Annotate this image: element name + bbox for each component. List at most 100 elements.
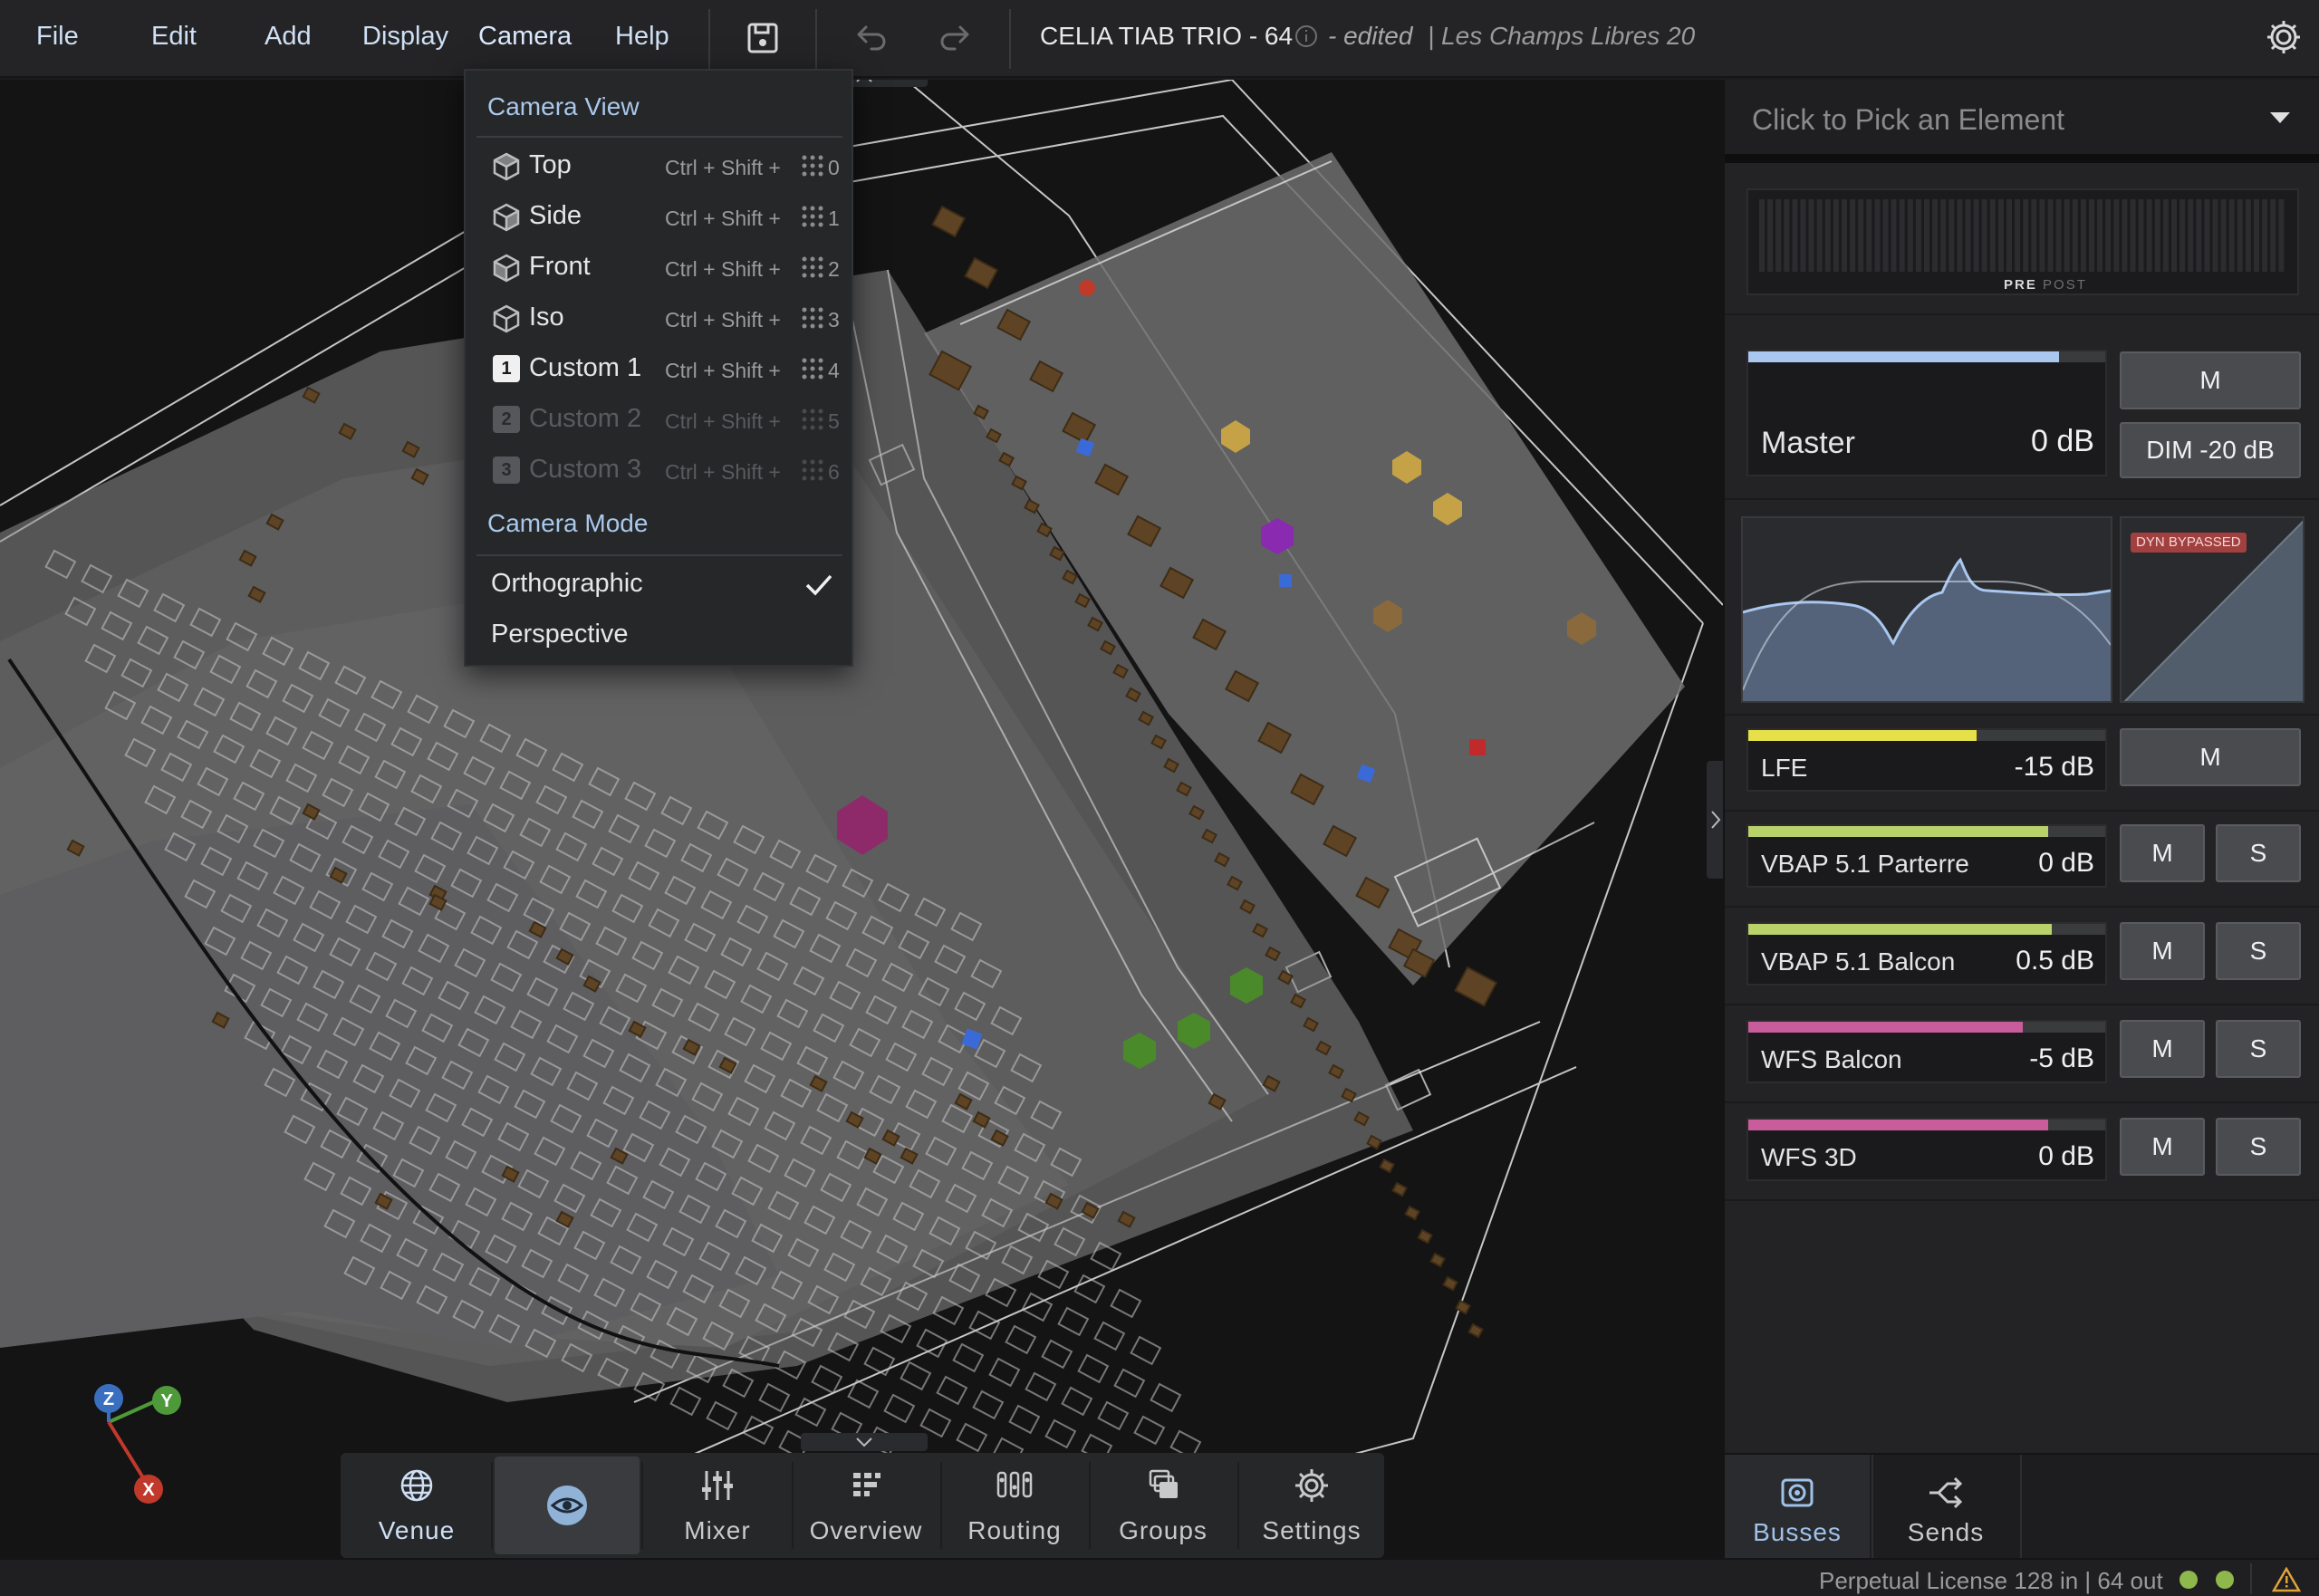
dynamics-display[interactable]: DYN BYPASSED: [2120, 516, 2305, 703]
speaker-object[interactable]: [1429, 1252, 1446, 1268]
menu-file[interactable]: File: [36, 16, 79, 56]
bus-fader[interactable]: WFS Balcon -5 dB: [1746, 1020, 2107, 1083]
shortcut-text: Ctrl + Shift +: [665, 409, 781, 433]
save-icon[interactable]: [741, 16, 784, 60]
visibility-toggle[interactable]: [495, 1457, 640, 1554]
warning-icon[interactable]: [2272, 1567, 2301, 1592]
camera-view-front[interactable]: Front Ctrl + Shift + 2: [476, 245, 842, 292]
inspector-panel: Click to Pick an Element PRE POST Master…: [1723, 80, 2319, 1560]
bus-solo-button[interactable]: S: [2216, 922, 2301, 980]
camera-mode-perspective[interactable]: Perspective: [476, 612, 842, 659]
tab-sends[interactable]: Sends: [1873, 1455, 2018, 1560]
seat: [1005, 1324, 1037, 1355]
menu-help[interactable]: Help: [615, 16, 669, 56]
element-picker-dropdown[interactable]: Click to Pick an Element: [1725, 80, 2319, 163]
axis-gizmo[interactable]: Z Y X: [82, 1377, 208, 1522]
speaker-object[interactable]: [1417, 1228, 1433, 1245]
menu-camera[interactable]: Camera: [478, 16, 572, 56]
shortcut-key: 3: [828, 308, 840, 332]
tab-settings[interactable]: Settings: [1239, 1457, 1384, 1554]
tab-routing[interactable]: Routing: [942, 1457, 1087, 1554]
bus-fader[interactable]: VBAP 5.1 Parterre 0 dB: [1746, 824, 2107, 888]
meter-channel-bar: [2089, 199, 2094, 272]
tab-groups[interactable]: Groups: [1091, 1457, 1236, 1554]
3d-venue-viewport[interactable]: [0, 80, 1723, 1558]
camera-view-side[interactable]: Side Ctrl + Shift + 1: [476, 194, 842, 241]
venue-scene[interactable]: [0, 80, 1723, 1558]
post-label[interactable]: POST: [2043, 277, 2087, 293]
speaker-object[interactable]: [964, 256, 999, 290]
camera-view-iso[interactable]: Iso Ctrl + Shift + 3: [476, 295, 842, 342]
seat: [706, 1400, 738, 1431]
dim-button[interactable]: DIM -20 dB: [2120, 422, 2301, 478]
meter-channel-bar: [1792, 199, 1798, 272]
bus-mute-button[interactable]: M: [2120, 922, 2205, 980]
shortcut-key: 0: [828, 156, 840, 179]
bus-mute-button[interactable]: M: [2120, 728, 2301, 786]
camera-mode-label: Perspective: [491, 620, 629, 649]
camera-view-custom-3: 3 Custom 3 Ctrl + Shift + 6: [476, 447, 842, 495]
panel-expand-handle[interactable]: [1707, 761, 1725, 879]
picker-placeholder: Click to Pick an Element: [1752, 103, 2065, 136]
bus-mute-button[interactable]: M: [2120, 1020, 2205, 1078]
speaker-object[interactable]: [1391, 1181, 1408, 1197]
camera-mode-heading: Camera Mode: [487, 509, 649, 537]
info-icon[interactable]: [1294, 24, 1319, 49]
meter-channel-bar: [2015, 199, 2021, 272]
meter-channel-bar: [2270, 199, 2276, 272]
toolbar-divider: [708, 9, 710, 69]
settings-gear-icon[interactable]: [2263, 16, 2305, 58]
shortcut-key: 5: [828, 409, 840, 433]
master-mute-button[interactable]: M: [2120, 351, 2301, 409]
menu-add[interactable]: Add: [265, 16, 312, 56]
menu-display[interactable]: Display: [362, 16, 448, 56]
camera-view-top[interactable]: Top Ctrl + Shift + 0: [476, 143, 842, 190]
meter-channel-bar: [2031, 199, 2037, 272]
menu-edit[interactable]: Edit: [151, 16, 197, 56]
bus-fader[interactable]: VBAP 5.1 Balcon 0.5 dB: [1746, 922, 2107, 985]
tab-busses[interactable]: Busses: [1725, 1455, 1870, 1560]
eq-curve-display[interactable]: [1741, 516, 2112, 703]
redo-icon[interactable]: [935, 16, 978, 60]
tab-divider: [1872, 1455, 1873, 1560]
bus-solo-button[interactable]: S: [2216, 1118, 2301, 1176]
tab-overview[interactable]: Overview: [794, 1457, 938, 1554]
meter-channel-bar: [2212, 199, 2218, 272]
numpad-icon: [802, 206, 823, 227]
camera-view-label: Custom 2: [529, 404, 642, 433]
speaker-object[interactable]: [1404, 1205, 1420, 1221]
mixer-faders-icon: [702, 1471, 733, 1500]
tab-venue[interactable]: Venue: [344, 1457, 489, 1554]
camera-view-custom-1[interactable]: 1 Custom 1 Ctrl + Shift + 4: [476, 346, 842, 393]
bus-fader[interactable]: LFE -15 dB: [1746, 728, 2107, 792]
meter-channel-bar: [1965, 199, 1971, 272]
bus-mute-button[interactable]: M: [2120, 1118, 2205, 1176]
bus-solo-button[interactable]: S: [2216, 824, 2301, 882]
speaker-icon: [1781, 1478, 1814, 1507]
meter-channel-bar: [1940, 199, 1947, 272]
camera-mode-orthographic[interactable]: Orthographic: [476, 562, 842, 609]
bottom-view-toolbar: Venue Mixer Overview Routing Groups Sett…: [341, 1453, 1384, 1558]
bus-name: VBAP 5.1 Balcon: [1761, 947, 1956, 976]
bus-solo-button[interactable]: S: [2216, 1020, 2301, 1078]
tab-mixer[interactable]: Mixer: [645, 1457, 790, 1554]
speaker-object[interactable]: [1467, 1322, 1484, 1339]
routing-icon: [996, 1471, 1033, 1498]
pre-label[interactable]: PRE: [2004, 277, 2037, 293]
undo-icon[interactable]: [848, 16, 891, 60]
bus-mute-button[interactable]: M: [2120, 824, 2205, 882]
tab-busses-label: Busses: [1753, 1518, 1842, 1546]
speaker-object[interactable]: [1379, 1158, 1395, 1174]
collapse-bottom-handle[interactable]: [801, 1433, 928, 1451]
master-label: Master: [1761, 426, 1855, 460]
level-meter: PRE POST: [1746, 188, 2299, 295]
master-fader[interactable]: Master 0 dB: [1746, 350, 2107, 476]
meter-channel-bar: [2204, 199, 2210, 272]
pre-post-toggle[interactable]: PRE POST: [2004, 277, 2087, 293]
speaker-object[interactable]: [1454, 966, 1498, 1007]
bus-fader[interactable]: WFS 3D 0 dB: [1746, 1118, 2107, 1181]
speaker-object[interactable]: [931, 205, 967, 238]
checkmark-icon: [805, 574, 832, 596]
speaker-object[interactable]: [1442, 1275, 1458, 1292]
row-divider: [1725, 714, 2319, 716]
